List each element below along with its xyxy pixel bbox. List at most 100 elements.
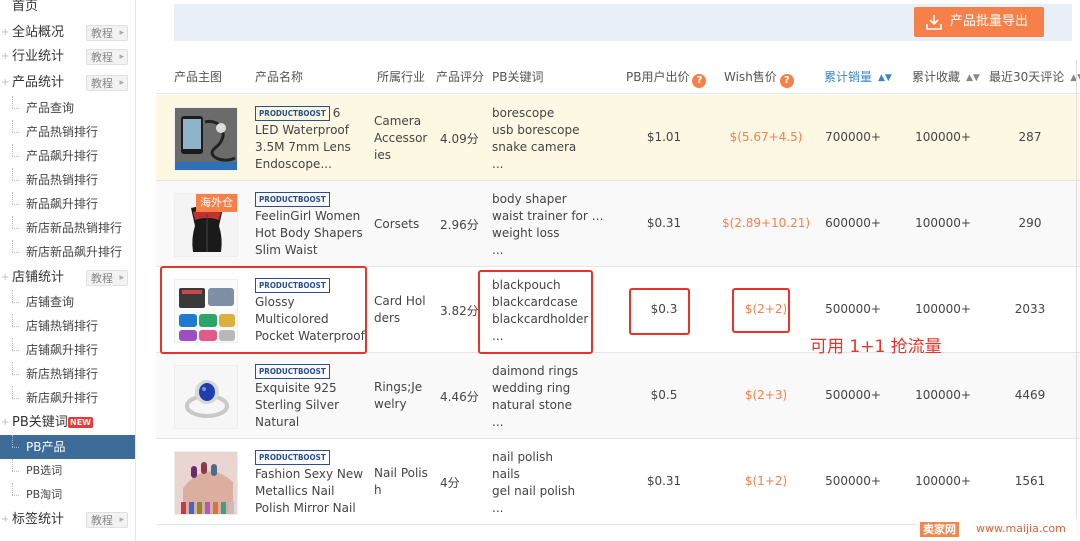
sidebar-item[interactable]: 产品飙升排行 xyxy=(0,144,135,168)
expand-icon[interactable]: + xyxy=(1,45,9,69)
sales-cell: 500000+ xyxy=(825,474,881,488)
help-icon[interactable]: ? xyxy=(779,74,794,88)
sidebar-item[interactable]: 首页 xyxy=(0,0,135,19)
product-name[interactable]: PRODUCTBOOST Exquisite 925 Sterling Silve… xyxy=(255,363,367,432)
oversea-warehouse-badge: 海外仓 xyxy=(196,194,237,212)
tree-line xyxy=(12,168,22,192)
expand-icon[interactable]: + xyxy=(1,71,9,95)
tree-line xyxy=(12,96,22,120)
sales-cell: 700000+ xyxy=(825,130,881,144)
expand-icon[interactable]: + xyxy=(1,21,9,45)
product-image[interactable] xyxy=(174,451,238,515)
tree-line xyxy=(12,240,22,264)
pb-bid-cell: $0.31 xyxy=(646,474,682,488)
chevron-right-icon: ▸ xyxy=(119,273,124,283)
table-row[interactable]: PRODUCTBOOST 6 LED Waterproof 3.5M 7mm Le… xyxy=(156,95,1080,181)
tutorial-button[interactable]: 教程 ▸ xyxy=(86,75,128,91)
keyword: usb borescope xyxy=(492,123,580,137)
sidebar-item[interactable]: + PB关键词 NEW xyxy=(0,411,135,435)
reviews-cell: 290 xyxy=(1018,216,1042,230)
productboost-logo: PRODUCTBOOST xyxy=(255,192,330,207)
keyword: gel nail polish xyxy=(492,484,576,498)
sidebar-item[interactable]: 产品热销排行 xyxy=(0,120,135,144)
keywords-cell: daimond rings wedding ring natural stone..… xyxy=(492,363,607,431)
product-image[interactable] xyxy=(174,107,238,171)
sidebar-item[interactable]: 店铺查询 xyxy=(0,290,135,314)
sidebar-item-label: 全站概况 xyxy=(12,25,65,40)
header-industry: 所属行业 xyxy=(377,70,426,84)
header-favorites[interactable]: 累计收藏 ▲▼ xyxy=(912,60,980,94)
tutorial-label: 教程 xyxy=(91,77,113,90)
product-name[interactable]: PRODUCTBOOST Fashion Sexy New Metallics N… xyxy=(255,449,367,518)
scrollbar[interactable] xyxy=(1076,60,1077,541)
keyword: nail polish xyxy=(492,450,553,464)
product-name-text: Exquisite 925 Sterling Silver Natural Sa… xyxy=(255,381,340,429)
keyword: nails xyxy=(492,467,520,481)
sidebar-item-label: 标签统计 xyxy=(12,512,65,527)
tree-line xyxy=(12,338,22,362)
chevron-right-icon: ▸ xyxy=(119,515,124,525)
sidebar-item[interactable]: PB选词 xyxy=(0,459,135,483)
chevron-right-icon: ▸ xyxy=(119,52,124,62)
table-row[interactable]: PRODUCTBOOST Exquisite 925 Sterling Silve… xyxy=(156,353,1080,439)
header-pb-bid-label: PB用户出价 xyxy=(626,70,690,84)
tutorial-label: 教程 xyxy=(91,272,113,285)
expand-icon[interactable]: + xyxy=(1,508,9,532)
download-icon xyxy=(926,15,942,30)
sidebar-item[interactable]: + 产品统计 教程 ▸ xyxy=(0,71,135,95)
tutorial-button[interactable]: 教程 ▸ xyxy=(86,270,128,286)
product-image[interactable]: 海外仓 xyxy=(174,193,238,257)
sort-icon: ▲▼ xyxy=(878,73,892,83)
help-icon[interactable]: ? xyxy=(692,74,707,88)
export-products-button[interactable]: 产品批量导出 xyxy=(914,7,1044,37)
sidebar-item[interactable]: + 全站概况 教程 ▸ xyxy=(0,21,135,45)
sidebar-item[interactable]: 店铺飙升排行 xyxy=(0,338,135,362)
header-sales[interactable]: 累计销量 ▲▼ xyxy=(824,60,892,94)
sidebar-item[interactable]: + 店铺统计 教程 ▸ xyxy=(0,266,135,290)
header-sales-label: 累计销量 xyxy=(824,70,873,84)
sidebar-item[interactable]: 新品飙升排行 xyxy=(0,192,135,216)
sidebar-item-label: 新店新品飙升排行 xyxy=(26,245,123,259)
highlight-box-wish-price xyxy=(732,288,790,333)
sidebar-item[interactable]: PB淘词 xyxy=(0,483,135,507)
highlight-box-keywords xyxy=(478,270,593,354)
productboost-logo: PRODUCTBOOST xyxy=(255,364,330,379)
keyword: borescope xyxy=(492,106,555,120)
sort-icon: ▲▼ xyxy=(966,73,980,83)
sidebar-item[interactable]: 新品热销排行 xyxy=(0,168,135,192)
tutorial-button[interactable]: 教程 ▸ xyxy=(86,25,128,41)
expand-icon[interactable]: + xyxy=(1,266,9,290)
sidebar-item[interactable]: + 行业统计 教程 ▸ xyxy=(0,45,135,69)
product-name-text: Fashion Sexy New Metallics Nail Polish M… xyxy=(255,467,364,515)
sidebar-item[interactable]: 新店热销排行 xyxy=(0,362,135,386)
sidebar-item[interactable]: 新店飙升排行 xyxy=(0,386,135,410)
sidebar-item[interactable]: 新店新品热销排行 xyxy=(0,216,135,240)
sidebar-item[interactable]: 产品查询 xyxy=(0,96,135,120)
keyword: daimond rings xyxy=(492,364,579,378)
sidebar-item[interactable]: + 标签统计 教程 ▸ xyxy=(0,508,135,532)
keyword: ... xyxy=(492,157,504,171)
tutorial-label: 教程 xyxy=(91,27,113,40)
favorites-cell: 100000+ xyxy=(915,388,971,402)
header-reviews[interactable]: 最近30天评论▲▼ xyxy=(989,60,1080,94)
sidebar-item[interactable]: 新店新品飙升排行 xyxy=(0,240,135,264)
expand-icon[interactable]: + xyxy=(1,411,9,435)
industry-text: Rings;Jewelry xyxy=(374,380,423,411)
sidebar-item[interactable]: PB产品 xyxy=(0,435,135,459)
keyword: waist trainer for wo... xyxy=(492,209,607,223)
sidebar-item-label: 新品热销排行 xyxy=(26,173,99,187)
table-row[interactable]: PRODUCTBOOST Fashion Sexy New Metallics N… xyxy=(156,439,1080,525)
tutorial-button[interactable]: 教程 ▸ xyxy=(86,49,128,65)
product-image[interactable] xyxy=(174,365,238,429)
product-name[interactable]: PRODUCTBOOST FeelinGirl Women Hot Body Sh… xyxy=(255,191,367,260)
sidebar-item-label: 产品统计 xyxy=(12,75,65,90)
tutorial-button[interactable]: 教程 ▸ xyxy=(86,512,128,528)
header-wish-price-label: Wish售价 xyxy=(724,70,777,84)
sidebar-item[interactable]: 店铺热销排行 xyxy=(0,314,135,338)
watermark-url: www.maijia.com xyxy=(976,522,1066,535)
rating-cell: 3.82分 xyxy=(440,304,479,318)
keyword: body shaper xyxy=(492,192,567,206)
table-row[interactable]: 海外仓 PRODUCTBOOST FeelinGirl Women Hot Body… xyxy=(156,181,1080,267)
product-name[interactable]: PRODUCTBOOST 6 LED Waterproof 3.5M 7mm Le… xyxy=(255,105,367,174)
tutorial-label: 教程 xyxy=(91,514,113,527)
